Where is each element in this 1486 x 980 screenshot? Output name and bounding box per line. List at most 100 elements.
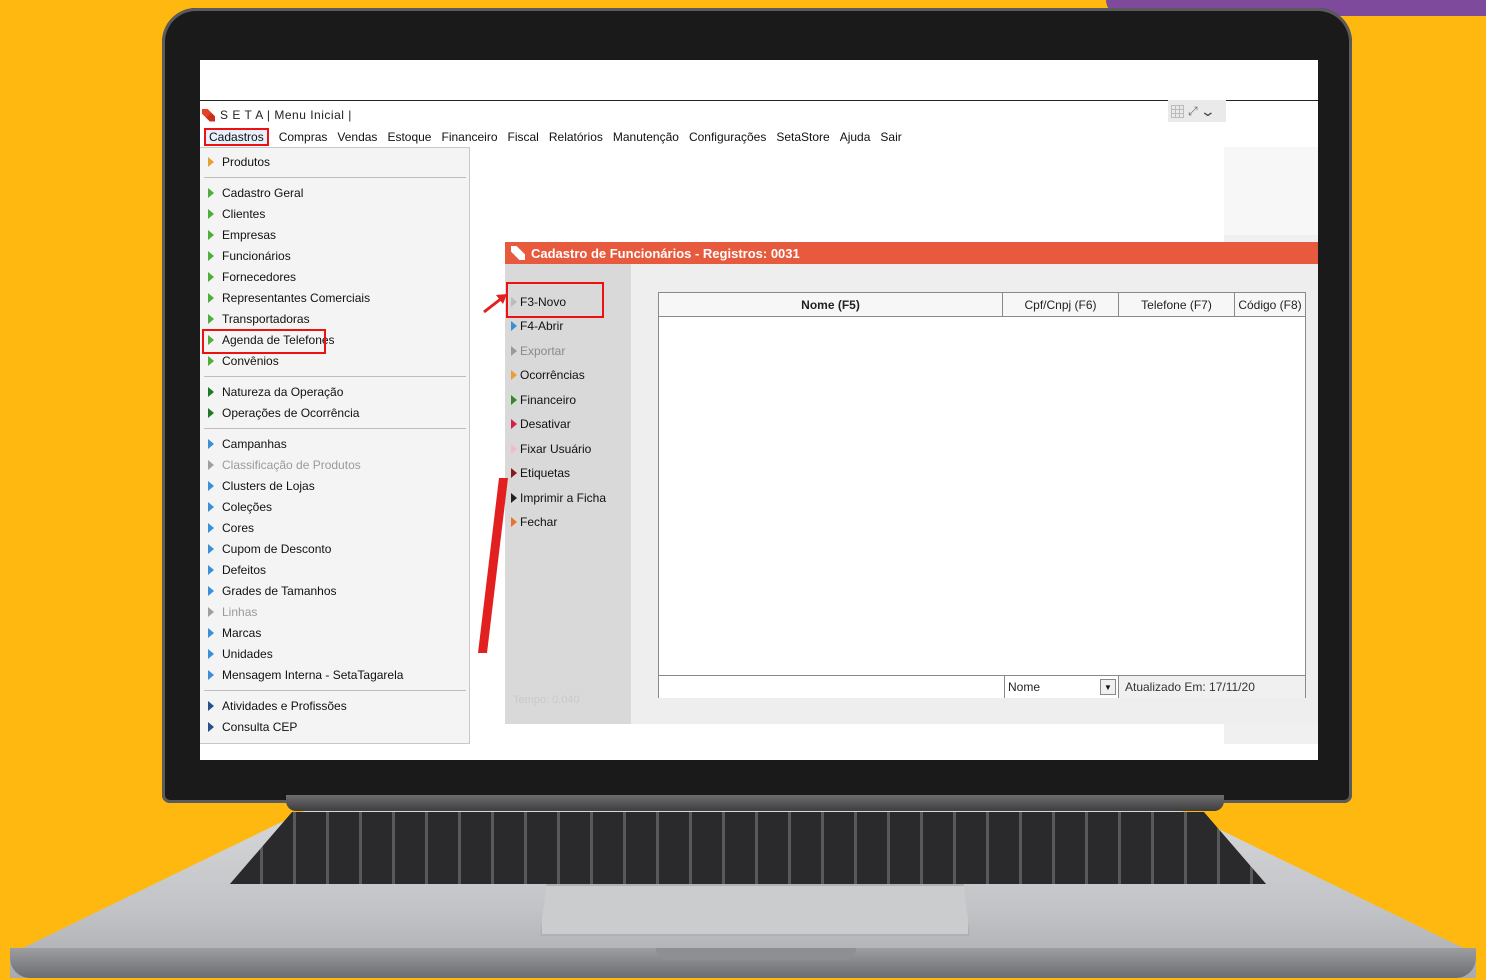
dropdown-item-label: Coleções bbox=[222, 500, 273, 514]
dropdown-item-label: Defeitos bbox=[222, 563, 267, 577]
grid-icon[interactable] bbox=[1171, 104, 1184, 118]
dropdown-item-label: Marcas bbox=[222, 626, 262, 640]
dropdown-item-produtos[interactable]: Produtos bbox=[208, 152, 270, 172]
dropdown-item-label: Campanhas bbox=[222, 437, 287, 451]
menu-cadastros[interactable]: Cadastros bbox=[204, 128, 269, 146]
dropdown-item-label: Unidades bbox=[222, 647, 273, 661]
menu-divider bbox=[204, 376, 466, 377]
dropdown-item-cores[interactable]: Cores bbox=[208, 518, 254, 538]
dropdown-item-natureza[interactable]: Natureza da Operação bbox=[208, 382, 343, 402]
chevron-down-icon[interactable]: ⌄ bbox=[1199, 103, 1215, 120]
cadastros-dropdown: Produtos Cadastro Geral Clientes Empresa… bbox=[200, 147, 470, 744]
action-ocorrencias[interactable]: Ocorrências bbox=[511, 365, 585, 385]
action-arrow-icon bbox=[511, 321, 517, 331]
menu-arrow-icon bbox=[208, 481, 214, 491]
top-divider bbox=[200, 100, 1318, 101]
dropdown-item-unidades[interactable]: Unidades bbox=[208, 644, 273, 664]
dropdown-item-label: Fornecedores bbox=[222, 270, 297, 284]
dropdown-item-label: Mensagem Interna - SetaTagarela bbox=[222, 668, 404, 682]
column-telefone[interactable]: Telefone (F7) bbox=[1119, 293, 1235, 317]
action-arrow-icon bbox=[511, 395, 517, 405]
menu-fiscal[interactable]: Fiscal bbox=[505, 130, 546, 144]
search-input[interactable] bbox=[659, 676, 1005, 698]
menu-estoque[interactable]: Estoque bbox=[384, 130, 438, 144]
laptop-notch bbox=[656, 948, 856, 960]
menu-divider bbox=[204, 177, 466, 178]
action-financeiro[interactable]: Financeiro bbox=[511, 390, 576, 410]
menu-bar: Cadastros Compras Vendas Estoque Finance… bbox=[204, 127, 909, 147]
menu-relatorios[interactable]: Relatórios bbox=[546, 130, 610, 144]
action-arrow-icon bbox=[511, 493, 517, 503]
dropdown-item-campanhas[interactable]: Campanhas bbox=[208, 434, 287, 454]
menu-sair[interactable]: Sair bbox=[877, 130, 908, 144]
seta-logo-icon bbox=[202, 108, 215, 122]
dropdown-item-label: Linhas bbox=[222, 605, 258, 619]
expand-icon[interactable]: ⤢ bbox=[1188, 104, 1198, 119]
dropdown-item-linhas: Linhas bbox=[208, 602, 257, 622]
dropdown-item-funcionarios[interactable]: Funcionários bbox=[208, 246, 291, 266]
dropdown-item-label: Produtos bbox=[222, 155, 271, 169]
dropdown-item-mensagem[interactable]: Mensagem Interna - SetaTagarela bbox=[208, 665, 403, 685]
dropdown-item-cupom[interactable]: Cupom de Desconto bbox=[208, 539, 331, 559]
dropdown-item-colecoes[interactable]: Coleções bbox=[208, 497, 272, 517]
top-strip bbox=[200, 60, 1318, 100]
dropdown-item-clientes[interactable]: Clientes bbox=[208, 204, 265, 224]
dropdown-item-label: Cupom de Desconto bbox=[222, 542, 332, 556]
search-field-value: Nome bbox=[1008, 680, 1041, 694]
dropdown-item-grades[interactable]: Grades de Tamanhos bbox=[208, 581, 337, 601]
dropdown-item-marcas[interactable]: Marcas bbox=[208, 623, 261, 643]
menu-arrow-icon bbox=[208, 272, 214, 282]
red-annotation-stroke bbox=[478, 478, 508, 653]
menu-financeiro[interactable]: Financeiro bbox=[438, 130, 504, 144]
action-label: Fechar bbox=[520, 515, 558, 529]
menu-configuracoes[interactable]: Configurações bbox=[686, 130, 773, 144]
seta-logo-icon bbox=[511, 246, 525, 260]
dropdown-item-cep[interactable]: Consulta CEP bbox=[208, 717, 297, 737]
menu-setastore[interactable]: SetaStore bbox=[773, 130, 836, 144]
action-fechar[interactable]: Fechar bbox=[511, 512, 557, 532]
dropdown-item-transportadoras[interactable]: Transportadoras bbox=[208, 309, 310, 329]
menu-manutencao[interactable]: Manutenção bbox=[610, 130, 686, 144]
column-codigo[interactable]: Código (F8) bbox=[1235, 293, 1305, 317]
dropdown-item-label: Cores bbox=[222, 521, 255, 535]
action-etiquetas[interactable]: Etiquetas bbox=[511, 463, 570, 483]
dropdown-item-defeitos[interactable]: Defeitos bbox=[208, 560, 266, 580]
column-cpf-cnpj[interactable]: Cpf/Cnpj (F6) bbox=[1003, 293, 1119, 317]
app-title: S E T A | Menu Inicial | bbox=[220, 108, 352, 122]
menu-arrow-icon bbox=[208, 722, 214, 732]
dropdown-item-empresas[interactable]: Empresas bbox=[208, 225, 276, 245]
records-grid[interactable]: Nome (F5) Cpf/Cnpj (F6) Telefone (F7) Có… bbox=[658, 292, 1306, 698]
menu-arrow-icon bbox=[208, 523, 214, 533]
dropdown-item-operacoes[interactable]: Operações de Ocorrência bbox=[208, 403, 359, 423]
dropdown-item-label: Atividades e Profissões bbox=[222, 699, 347, 713]
action-imprimir-ficha[interactable]: Imprimir a Ficha bbox=[511, 488, 606, 508]
action-label: Imprimir a Ficha bbox=[520, 491, 607, 505]
dropdown-arrow-icon[interactable]: ▼ bbox=[1100, 679, 1116, 695]
dropdown-item-classificacao: Classificação de Produtos bbox=[208, 455, 361, 475]
search-field-select[interactable]: Nome ▼ bbox=[1005, 676, 1119, 698]
funcionarios-window: Cadastro de Funcionários - Registros: 00… bbox=[505, 242, 1318, 724]
menu-compras[interactable]: Compras bbox=[276, 130, 335, 144]
menu-vendas[interactable]: Vendas bbox=[334, 130, 384, 144]
dropdown-item-label: Natureza da Operação bbox=[222, 385, 344, 399]
menu-arrow-icon bbox=[208, 251, 214, 261]
action-fixar-usuario[interactable]: Fixar Usuário bbox=[511, 439, 591, 459]
action-abrir[interactable]: F4-Abrir bbox=[511, 316, 563, 336]
column-nome[interactable]: Nome (F5) bbox=[659, 293, 1003, 317]
grid-header: Nome (F5) Cpf/Cnpj (F6) Telefone (F7) Có… bbox=[659, 293, 1305, 317]
menu-arrow-icon bbox=[208, 502, 214, 512]
dropdown-item-fornecedores[interactable]: Fornecedores bbox=[208, 267, 296, 287]
dropdown-item-convenios[interactable]: Convênios bbox=[208, 351, 279, 371]
action-label: Ocorrências bbox=[520, 368, 585, 382]
menu-arrow-icon bbox=[208, 607, 214, 617]
dropdown-item-clusters[interactable]: Clusters de Lojas bbox=[208, 476, 315, 496]
dropdown-item-atividades[interactable]: Atividades e Profissões bbox=[208, 696, 347, 716]
menu-arrow-icon bbox=[208, 293, 214, 303]
menu-arrow-icon bbox=[208, 408, 214, 418]
dropdown-item-label: Empresas bbox=[222, 228, 277, 242]
menu-ajuda[interactable]: Ajuda bbox=[837, 130, 878, 144]
action-desativar[interactable]: Desativar bbox=[511, 414, 571, 434]
dropdown-item-representantes[interactable]: Representantes Comerciais bbox=[208, 288, 370, 308]
dropdown-item-label: Operações de Ocorrência bbox=[222, 406, 360, 420]
dropdown-item-cadastro-geral[interactable]: Cadastro Geral bbox=[208, 183, 303, 203]
